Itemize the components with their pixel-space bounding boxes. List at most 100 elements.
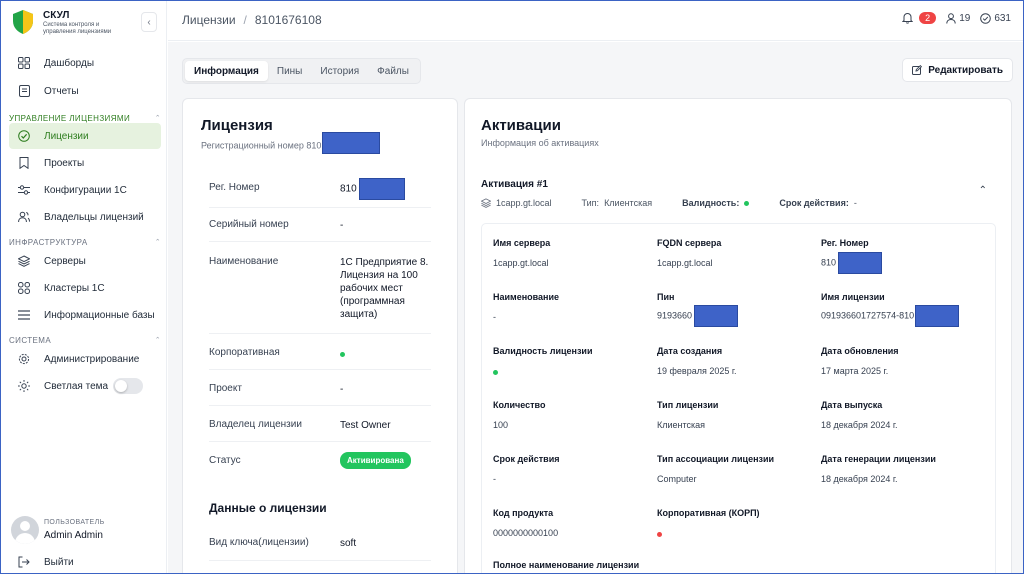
tabs: Информация Пины История Файлы	[182, 58, 421, 84]
validity-dot	[744, 200, 750, 206]
logout-label: Выйти	[44, 556, 74, 568]
field-label: Дата выпуска	[821, 400, 883, 410]
license-card: Лицензия Регистрационный номер 810 Рег. …	[182, 98, 458, 573]
sidebar-item-configurations[interactable]: Конфигурации 1С	[9, 177, 161, 203]
sidebar-item-infobases[interactable]: Информационные базы	[9, 302, 161, 328]
edit-button[interactable]: Редактировать	[902, 58, 1013, 82]
sidebar-item-reports[interactable]: Отчеты	[9, 78, 161, 104]
brand-subtitle: Система контроля и управления лицензиями	[43, 22, 112, 35]
redaction-box	[838, 252, 883, 274]
activation-details: Имя сервера 1capp.gt.local FQDN сервера 1c…	[481, 223, 996, 573]
edit-icon	[912, 65, 923, 75]
corporate-dot	[657, 532, 662, 537]
field-label: Имя сервера	[493, 238, 551, 248]
row-key: Владелец лицензии	[209, 419, 302, 430]
tab-pins[interactable]: Пины	[268, 61, 311, 81]
field-created-date: Дата создания 19 февраля 2025 г.	[657, 346, 817, 376]
row-value: soft	[340, 538, 357, 549]
section-system[interactable]: СИСТЕМА ⌃	[9, 334, 161, 346]
logout-button[interactable]: Выйти	[9, 549, 161, 573]
section-infrastructure[interactable]: ИНФРАСТРУКТУРА ⌃	[9, 236, 161, 248]
sidebar-item-clusters[interactable]: Кластеры 1С	[9, 275, 161, 301]
sidebar-item-dashboards[interactable]: Дашборды	[9, 50, 161, 76]
section-label: УПРАВЛЕНИЕ ЛИЦЕНЗИЯМИ	[9, 113, 131, 123]
chevron-up-icon: ⌃	[154, 115, 161, 122]
field-value: 091936601727574-810	[821, 305, 996, 327]
sidebar-item-licenses[interactable]: Лицензии	[9, 123, 161, 149]
field-value: 0000000000100	[493, 528, 559, 538]
field-generation-date: Дата генерации лицензии 18 декабря 2024 г…	[821, 454, 991, 484]
notification-count-badge: 2	[919, 12, 937, 24]
toggle-knob	[115, 380, 127, 392]
sidebar-item-servers[interactable]: Серверы	[9, 248, 161, 274]
chevron-up-icon: ⌃	[154, 239, 161, 246]
row-value	[340, 348, 435, 361]
chevron-up-icon[interactable]: ⌃	[979, 185, 987, 196]
row-key: Наименование	[209, 256, 279, 267]
sidebar-item-label: Дашборды	[44, 57, 94, 69]
field-updated-date: Дата обновления 17 марта 2025 г.	[821, 346, 981, 376]
sun-icon	[17, 379, 31, 393]
sidebar-item-label: Кластеры 1С	[44, 282, 105, 294]
field-reg-number: Рег. Номер 810	[821, 238, 981, 274]
field-corporate: Корпоративная (КОРП)	[657, 508, 817, 539]
checks-counter[interactable]: 631	[980, 13, 1011, 24]
sidebar-item-administration[interactable]: Администрирование	[9, 346, 161, 372]
license-row-key-type: Вид ключа(лицензии) soft	[209, 525, 431, 561]
activation-type: Тип: Клиентская	[582, 198, 653, 208]
sliders-icon	[17, 183, 31, 197]
theme-toggle[interactable]	[113, 378, 143, 394]
check-circle-icon	[17, 129, 31, 143]
field-value	[493, 367, 653, 377]
redaction-box	[915, 305, 960, 327]
avatar	[11, 516, 39, 544]
section-label: ИНФРАСТРУКТУРА	[9, 237, 88, 247]
sidebar-item-projects[interactable]: Проекты	[9, 150, 161, 176]
notifications-button[interactable]: 2	[902, 12, 937, 24]
logout-icon	[17, 555, 31, 569]
sidebar-item-license-owners[interactable]: Владельцы лицензий	[9, 204, 161, 230]
row-key: Рег. Номер	[209, 182, 260, 193]
row-value: -	[340, 384, 344, 395]
sidebar-item-label: Администрирование	[44, 353, 140, 365]
sidebar-item-label: Владельцы лицензий	[44, 211, 144, 223]
edit-button-label: Редактировать	[928, 64, 1003, 76]
field-value: 100	[493, 420, 509, 430]
field-quantity: Количество 100	[493, 400, 653, 430]
field-label: Дата создания	[657, 346, 723, 356]
field-label: Дата генерации лицензии	[821, 454, 936, 464]
breadcrumb: Лицензии / 8101676108	[182, 13, 322, 27]
breadcrumb-licenses-link[interactable]: Лицензии	[182, 13, 236, 27]
field-pin: Пин 9193660	[657, 292, 817, 327]
tab-files[interactable]: Файлы	[368, 61, 418, 81]
user-profile[interactable]: ПОЛЬЗОВАТЕЛЬ Admin Admin	[9, 514, 161, 546]
field-value: 19 февраля 2025 г.	[657, 366, 737, 376]
activations-subtitle: Информация об активациях	[481, 138, 599, 148]
tab-information[interactable]: Информация	[185, 61, 268, 81]
user-icon	[946, 12, 956, 24]
field-association-type: Тип ассоциации лицензии Computer	[657, 454, 817, 484]
corporate-status-dot	[340, 352, 345, 357]
sidebar-item-label: Лицензии	[44, 130, 89, 142]
collapse-sidebar-button[interactable]: ‹	[141, 12, 157, 32]
document-icon	[17, 84, 31, 98]
bell-icon	[902, 12, 914, 24]
row-key: Серийный номер	[209, 219, 289, 230]
activation-host: 1capp.gt.local	[481, 198, 552, 208]
sidebar-item-label: Проекты	[44, 157, 85, 169]
activation-summary: 1capp.gt.local Тип: Клиентская Валидност…	[481, 198, 981, 208]
field-label: Количество	[493, 400, 546, 410]
field-license-validity: Валидность лицензии	[493, 346, 653, 377]
topbar: Лицензии / 8101676108 2 19 631	[168, 1, 1023, 41]
field-label: Код продукта	[493, 508, 554, 518]
validity-label: Валидность:	[682, 198, 740, 208]
brand[interactable]: СКУЛ Система контроля и управления лицен…	[11, 9, 161, 37]
checks-count: 631	[994, 12, 1011, 24]
field-label: Полное наименование лицензии	[493, 560, 640, 570]
users-counter[interactable]: 19	[946, 13, 970, 24]
license-title: Лицензия	[201, 117, 273, 134]
tab-history[interactable]: История	[311, 61, 368, 81]
users-count: 19	[959, 12, 971, 24]
term-value: -	[853, 198, 857, 208]
activation-term: Срок действия: -	[779, 198, 856, 208]
